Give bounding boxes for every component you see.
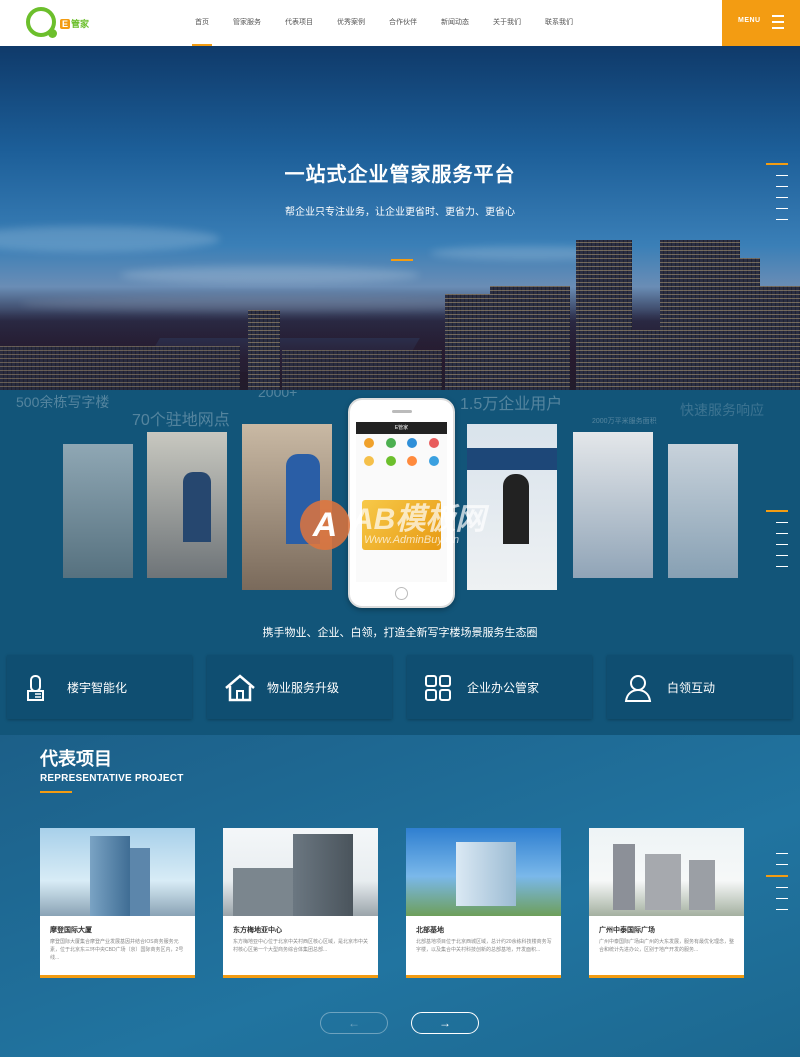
bg-text-buildings: 500余栋写字楼: [16, 394, 110, 410]
nav-item-home[interactable]: 首页: [183, 0, 221, 46]
hero-title: 一站式企业管家服务平台: [284, 164, 516, 186]
project-name: 北部基地: [416, 927, 444, 934]
slide-indicator-projects[interactable]: [766, 853, 788, 920]
bg-text-response: 快速服务响应: [680, 402, 764, 418]
feature-label: 楼宇智能化: [67, 681, 128, 695]
project-name: 东方梅地亚中心: [233, 927, 282, 934]
section-subtitle: REPRESENTATIVE PROJECT: [40, 773, 184, 784]
project-name: 广州中泰国际广场: [599, 927, 655, 934]
project-desc: 摩登国际大厦集合摩登产业发展基因并结合IOS商务服务元素，位于北京东三环中央CB…: [50, 939, 184, 961]
photo-courier: [147, 432, 227, 578]
project-card[interactable]: 摩登国际大厦 摩登国际大厦集合摩登产业发展基因并结合IOS商务服务元素，位于北京…: [40, 828, 195, 978]
logo-dot-icon: [48, 29, 57, 38]
phone-app-title: E管家: [356, 422, 447, 434]
logo-text: E 管家: [60, 19, 90, 29]
hamburger-icon: [772, 15, 784, 33]
project-image: [406, 828, 561, 916]
project-card[interactable]: 广州中泰国际广场 广州中泰国际广场由广州的大东发展，服务有最优化理念，整合和统计…: [589, 828, 744, 978]
nav-item-news[interactable]: 新闻动态: [429, 0, 481, 46]
ecosystem-section: 500余栋写字楼 70个驻地网点 2000+ 1.5万企业用户 2000万平米服…: [0, 390, 800, 735]
watermark: A AB模板网 Www.AdminBuy.Cn: [300, 490, 520, 560]
feature-white-collar[interactable]: 白领互动: [607, 655, 792, 719]
photo-shelves: [668, 444, 738, 578]
next-button[interactable]: →: [411, 1012, 479, 1034]
project-name: 摩登国际大厦: [50, 927, 92, 934]
logo[interactable]: E 管家: [26, 7, 96, 39]
photo-lobby: [63, 444, 133, 578]
project-image: [589, 828, 744, 916]
nav-item-contact[interactable]: 联系我们: [533, 0, 585, 46]
phone-home-button: [395, 587, 408, 600]
slide-indicator-eco[interactable]: [766, 510, 788, 577]
feature-label: 白领互动: [667, 681, 716, 695]
feature-label: 企业办公管家: [467, 681, 540, 695]
feature-property-service[interactable]: 物业服务升级: [207, 655, 392, 719]
prev-button[interactable]: ←: [320, 1012, 388, 1034]
watermark-url: Www.AdminBuy.Cn: [364, 534, 460, 546]
header: E 管家 首页 管家服务 代表项目 优秀案例 合作伙伴 新闻动态 关于我们 联系我…: [0, 0, 800, 46]
projects-section: 代表项目 REPRESENTATIVE PROJECT 摩登国际大厦 摩登国际大…: [0, 735, 800, 1057]
photo-corridor: [573, 432, 653, 578]
nav-item-partners[interactable]: 合作伙伴: [377, 0, 429, 46]
main-nav: 首页 管家服务 代表项目 优秀案例 合作伙伴 新闻动态 关于我们 联系我们: [183, 0, 585, 46]
feature-smart-building[interactable]: 楼宇智能化: [7, 655, 192, 719]
logo-badge: E: [60, 19, 71, 29]
hero-divider: [391, 259, 413, 261]
building-device-icon: [27, 675, 44, 701]
feature-label: 物业服务升级: [267, 681, 340, 695]
project-image: [223, 828, 378, 916]
bg-text-count: 2000+: [258, 390, 298, 400]
feature-office-butler[interactable]: 企业办公管家: [407, 655, 592, 719]
project-desc: 北部基地项目位于北京西城区域，总计约20余栋科技楼商务写字楼，以及集合中关村科技…: [416, 939, 552, 953]
nav-item-projects[interactable]: 代表项目: [273, 0, 325, 46]
nav-item-services[interactable]: 管家服务: [221, 0, 273, 46]
bg-text-area: 2000万平米服务面积: [592, 418, 657, 425]
slide-indicator[interactable]: [766, 163, 788, 230]
project-card[interactable]: 东方梅地亚中心 东方梅地亚中心位于北京中关村西区核心区域，是北京市中关村核心区第…: [223, 828, 378, 978]
nav-item-cases[interactable]: 优秀案例: [325, 0, 377, 46]
menu-label: MENU: [738, 17, 761, 24]
watermark-text: AB模板网: [352, 503, 486, 536]
user-icon: [624, 675, 652, 702]
hero-banner: 一站式企业管家服务平台 帮企业只专注业务，让企业更省时、更省力、更省心: [0, 46, 800, 390]
project-card[interactable]: 北部基地 北部基地项目位于北京西城区域，总计约20余栋科技楼商务写字楼，以及集合…: [406, 828, 561, 978]
grid-icon: [425, 675, 451, 701]
hero-subtitle: 帮企业只专注业务，让企业更省时、更省力、更省心: [285, 207, 515, 218]
menu-button[interactable]: MENU: [722, 0, 800, 46]
project-desc: 东方梅地亚中心位于北京中关村西区核心区域，是北京市中关村核心区第一个大型商务综合…: [233, 939, 369, 953]
home-icon: [225, 674, 255, 702]
project-desc: 广州中泰国际广场由广州的大东发展，服务有最优化理念，整合和统计先进办公，区别于地…: [599, 939, 735, 953]
project-image: [40, 828, 195, 916]
section-divider: [40, 791, 72, 793]
watermark-logo-icon: A: [300, 500, 350, 550]
nav-item-about[interactable]: 关于我们: [481, 0, 533, 46]
bg-text-outlets: 70个驻地网点: [132, 412, 230, 429]
ecosystem-caption: 携手物业、企业、白领，打造全新写字楼场景服务生态圈: [262, 627, 538, 639]
section-title: 代表项目: [40, 749, 112, 769]
bg-text-users: 1.5万企业用户: [460, 396, 563, 413]
